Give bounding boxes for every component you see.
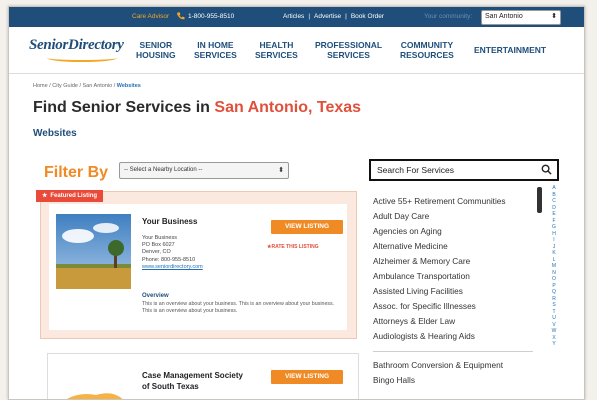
search-services-box[interactable]: Search For Services bbox=[369, 159, 559, 181]
overview-text: This is an overview about your business.… bbox=[142, 301, 335, 314]
service-item[interactable]: Bingo Halls bbox=[373, 375, 541, 385]
listing-name[interactable]: Your Business bbox=[142, 217, 197, 226]
city-select[interactable]: San Antonio ⬍ bbox=[481, 10, 561, 25]
listing-photo bbox=[56, 214, 131, 289]
listing-name[interactable]: Case Management Society of South Texas bbox=[142, 370, 243, 392]
alphabet-letter[interactable]: Y bbox=[549, 341, 559, 348]
section-divider bbox=[373, 351, 533, 352]
list-scrollbar[interactable] bbox=[537, 187, 542, 213]
listing-photo bbox=[56, 363, 131, 399]
nav-senior-housing[interactable]: SENIOR HOUSING bbox=[136, 40, 176, 60]
city-select-value: San Antonio bbox=[485, 13, 523, 20]
service-item[interactable]: Alternative Medicine bbox=[373, 241, 541, 251]
service-item[interactable]: Agencies on Aging bbox=[373, 226, 541, 236]
service-item[interactable]: Assoc. for Specific Illnesses bbox=[373, 301, 541, 311]
rate-listing-link[interactable]: ★RATE THIS LISTING bbox=[267, 244, 319, 250]
overview-heading: Overview bbox=[142, 293, 169, 299]
view-listing-button[interactable]: VIEW LISTING bbox=[271, 370, 343, 384]
service-item[interactable]: Assisted Living Facilities bbox=[373, 286, 541, 296]
phone-number[interactable]: 1-800-955-8510 bbox=[188, 13, 234, 20]
top-bar: Care Advisor 1-800-955-8510 Articles | Adv… bbox=[9, 7, 584, 27]
page-subtitle: Websites bbox=[33, 128, 77, 139]
view-listing-button[interactable]: VIEW LISTING bbox=[271, 220, 343, 234]
nav-professional-services[interactable]: PROFESSIONAL SERVICES bbox=[315, 40, 382, 60]
service-item[interactable]: Alzheimer & Memory Care bbox=[373, 256, 541, 266]
nav-entertainment[interactable]: ENTERTAINMENT bbox=[474, 45, 546, 55]
listing-url[interactable]: www.seniordirectory.com bbox=[142, 264, 203, 271]
phone-icon bbox=[176, 12, 185, 20]
logo-swoosh bbox=[47, 54, 117, 62]
search-icon[interactable] bbox=[541, 164, 552, 175]
service-item[interactable]: Attorneys & Elder Law bbox=[373, 316, 541, 326]
page-title: Find Senior Services in San Antonio, Tex… bbox=[33, 99, 362, 116]
star-icon: ★ bbox=[42, 193, 48, 199]
main-nav: SeniorDirectory SENIOR HOUSING IN HOME SER… bbox=[9, 27, 584, 74]
nav-in-home-services[interactable]: IN HOME SERVICES bbox=[194, 40, 237, 60]
nav-health-services[interactable]: HEALTH SERVICES bbox=[255, 40, 298, 60]
articles-link[interactable]: Articles bbox=[283, 13, 304, 20]
care-advisor-label: Care Advisor bbox=[132, 13, 170, 20]
service-item[interactable]: Audiologists & Hearing Aids bbox=[373, 331, 541, 341]
featured-badge: ★ Featured Listing bbox=[36, 190, 104, 202]
select-arrows-icon: ⬍ bbox=[278, 167, 284, 174]
search-label: Search For Services bbox=[377, 165, 454, 175]
breadcrumb: Home / City Guide / San Antonio / Websit… bbox=[33, 83, 141, 89]
browser-page: Care Advisor 1-800-955-8510 Articles | Adv… bbox=[8, 6, 585, 400]
book-order-link[interactable]: Book Order bbox=[351, 13, 384, 20]
select-arrows-icon: ⬍ bbox=[551, 13, 557, 20]
nav-community-resources[interactable]: COMMUNITY RESOURCES bbox=[400, 40, 454, 60]
listing-address: Your Business PO Box 6027 Denver, CO Pho… bbox=[142, 235, 203, 271]
service-item[interactable]: Ambulance Transportation bbox=[373, 271, 541, 281]
service-item[interactable]: Active 55+ Retirement Communities bbox=[373, 196, 541, 206]
advertise-link[interactable]: Advertise bbox=[314, 13, 341, 20]
top-links: Articles | Advertise | Book Order bbox=[283, 13, 385, 20]
service-item[interactable]: Adult Day Care bbox=[373, 211, 541, 221]
alphabet-index: ABCDEFGHIJKLMNOPQRSTUVWXY bbox=[549, 185, 559, 348]
community-label: Your community: bbox=[424, 13, 473, 20]
filter-label: Filter By bbox=[44, 164, 109, 181]
location-select[interactable]: -- Select a Nearby Location -- ⬍ bbox=[119, 162, 289, 179]
service-item[interactable]: Bathroom Conversion & Equipment bbox=[373, 360, 541, 370]
site-logo[interactable]: SeniorDirectory bbox=[29, 37, 124, 54]
